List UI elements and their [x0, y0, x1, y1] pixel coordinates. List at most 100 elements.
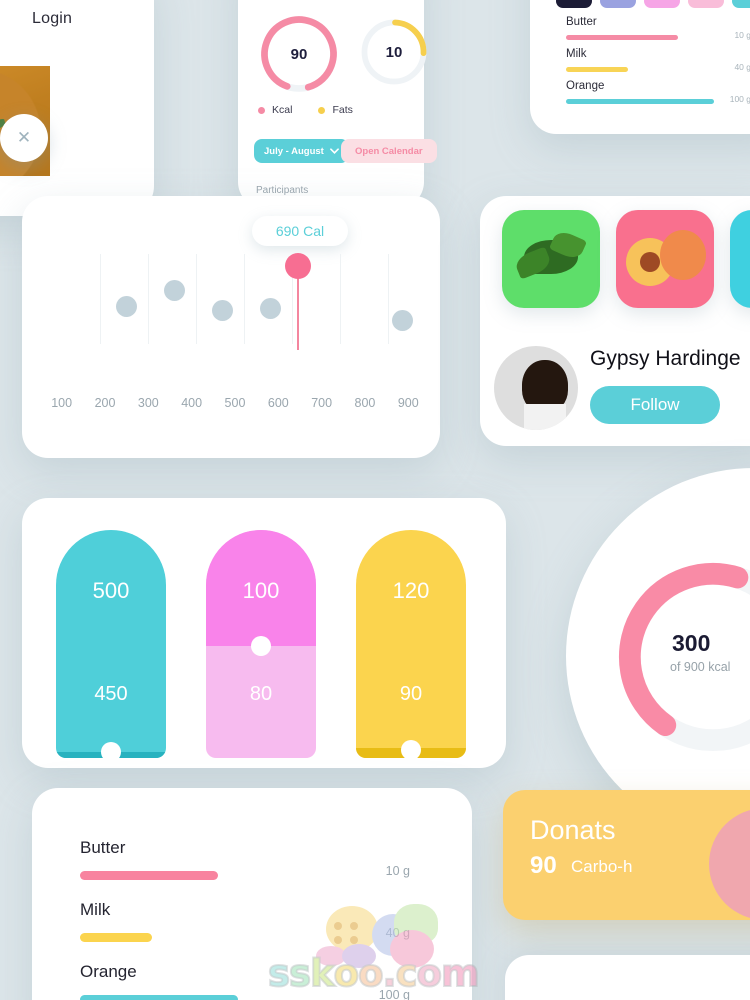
swatch-teal	[732, 0, 750, 8]
slider-tick	[244, 254, 245, 344]
nutrient-bar	[80, 995, 238, 1000]
nutrient-value: 10 g	[385, 864, 410, 878]
slider-inactive-dot[interactable]	[260, 298, 281, 319]
scale-label: 300	[137, 396, 159, 410]
participants-label: Participants	[256, 185, 309, 196]
donats-title: Donats	[530, 815, 616, 845]
open-calendar-label: Open Calendar	[355, 145, 423, 157]
calorie-progress-ring	[614, 558, 750, 756]
scale-label: 100	[51, 396, 73, 410]
legend-item-fats: Fats	[318, 104, 353, 116]
vertical-slider-bottom-value: 90	[399, 683, 423, 705]
scale-label: 500	[224, 396, 246, 410]
calorie-progress-subtitle: of 900 kcal	[670, 660, 731, 674]
follow-button[interactable]: Follow	[590, 386, 720, 424]
scale-label: 900	[397, 396, 419, 410]
calorie-value-chip: 690 Cal	[252, 216, 348, 246]
avatar-shoulders	[524, 404, 566, 430]
avatar	[494, 346, 578, 430]
scale-label: 700	[311, 396, 333, 410]
scale-label: 600	[267, 396, 289, 410]
nutrient-name: Butter	[566, 16, 597, 28]
color-swatch-row	[556, 0, 750, 8]
slider-pin-stem	[297, 268, 299, 350]
vertical-slider-top-value: 500	[92, 578, 130, 603]
donats-unit: Carbo-h	[571, 857, 633, 876]
nutrient-bar	[80, 871, 218, 880]
slider-scale-labels: 100 200 300 400 500 600 700 800 900	[40, 396, 430, 410]
slider-inactive-dot[interactable]	[164, 280, 185, 301]
swatch-purple	[600, 0, 636, 8]
nutrient-value: 40 g	[734, 62, 750, 72]
legend-dot-fats	[318, 106, 326, 114]
chevron-down-icon	[329, 148, 339, 154]
legend-label-kcal: Kcal	[272, 104, 293, 116]
nutrient-value: 100 g	[378, 988, 410, 1000]
calorie-progress-value: 300	[672, 630, 711, 656]
vertical-slider-knob[interactable]	[101, 742, 121, 758]
kcal-donut-chart: 90	[257, 12, 341, 96]
scale-label: 800	[354, 396, 376, 410]
profile-name: Gypsy Hardinge	[590, 347, 741, 370]
swatch-pink	[644, 0, 680, 8]
screenshot-stage: Login ✕ 90 10 Kcal Fats July - August Op…	[0, 0, 750, 1000]
fats-ring-value: 10	[385, 43, 403, 61]
legend-label-fats: Fats	[332, 104, 353, 116]
login-title: Login	[32, 10, 73, 27]
scale-label: 200	[94, 396, 116, 410]
vertical-slider[interactable]: 100 80	[206, 530, 316, 758]
chart-legend: Kcal Fats	[258, 104, 353, 116]
nutrient-row: Butter 10 g	[80, 838, 410, 880]
slider-inactive-dot[interactable]	[212, 300, 233, 321]
slider-active-handle[interactable]	[285, 253, 311, 279]
nutrient-name: Orange	[80, 962, 137, 981]
date-range-dropdown[interactable]: July - August	[254, 139, 349, 163]
nutrient-bar	[80, 933, 152, 942]
nutrient-value: 100 g	[729, 94, 750, 104]
nutrient-row: Butter 10 g	[566, 16, 750, 40]
nutrient-name: Milk	[80, 900, 111, 919]
spinach-tile[interactable]	[502, 210, 600, 308]
nutrient-value: 40 g	[385, 926, 410, 940]
legend-item-kcal: Kcal	[258, 104, 292, 116]
scale-label: 400	[181, 396, 203, 410]
vertical-slider[interactable]: 120 90	[356, 530, 466, 758]
nutrient-row: Orange 100 g	[566, 80, 750, 104]
pink-donut-icon	[709, 808, 750, 920]
swatch-navy	[556, 0, 592, 8]
bottom-right-card	[505, 955, 750, 1000]
vertical-slider-top-value: 120	[392, 578, 430, 603]
slider-inactive-dot[interactable]	[392, 310, 413, 331]
slider-tick	[100, 254, 101, 344]
nutrient-bar	[566, 67, 628, 72]
vertical-slider-bottom-value: 80	[249, 683, 273, 705]
follow-button-label: Follow	[630, 395, 680, 414]
slider-tick	[340, 254, 341, 344]
progress-ring-svg	[618, 562, 750, 752]
vertical-slider-top-value: 100	[242, 578, 280, 603]
vertical-slider-knob[interactable]	[401, 740, 421, 758]
slider-tick	[388, 254, 389, 344]
peach-tile[interactable]	[616, 210, 714, 308]
legend-dot-kcal	[258, 106, 265, 114]
vertical-slider-knob[interactable]	[251, 636, 271, 656]
swatch-light-pink	[688, 0, 724, 8]
nutrient-name: Orange	[566, 80, 605, 92]
donats-number: 90	[530, 852, 557, 879]
fats-donut-chart: 10	[358, 16, 430, 88]
nutrient-name: Milk	[566, 48, 587, 60]
close-icon[interactable]: ✕	[0, 114, 48, 162]
nutrient-bar	[566, 35, 678, 40]
nutrient-value: 10 g	[734, 30, 750, 40]
date-range-label: July - August	[264, 145, 324, 157]
teal-tile[interactable]	[730, 210, 750, 308]
nutrient-bar	[566, 99, 714, 104]
nutrient-row: Milk 40 g	[566, 48, 750, 72]
nutrient-name: Butter	[80, 838, 126, 857]
nutrient-row: Milk 40 g	[80, 900, 410, 942]
slider-inactive-dot[interactable]	[116, 296, 137, 317]
vertical-slider[interactable]: 500 450	[56, 530, 166, 758]
nutrient-row: Orange 100 g	[80, 962, 410, 1000]
open-calendar-button[interactable]: Open Calendar	[341, 139, 437, 163]
login-card: Login ✕	[0, 0, 154, 216]
